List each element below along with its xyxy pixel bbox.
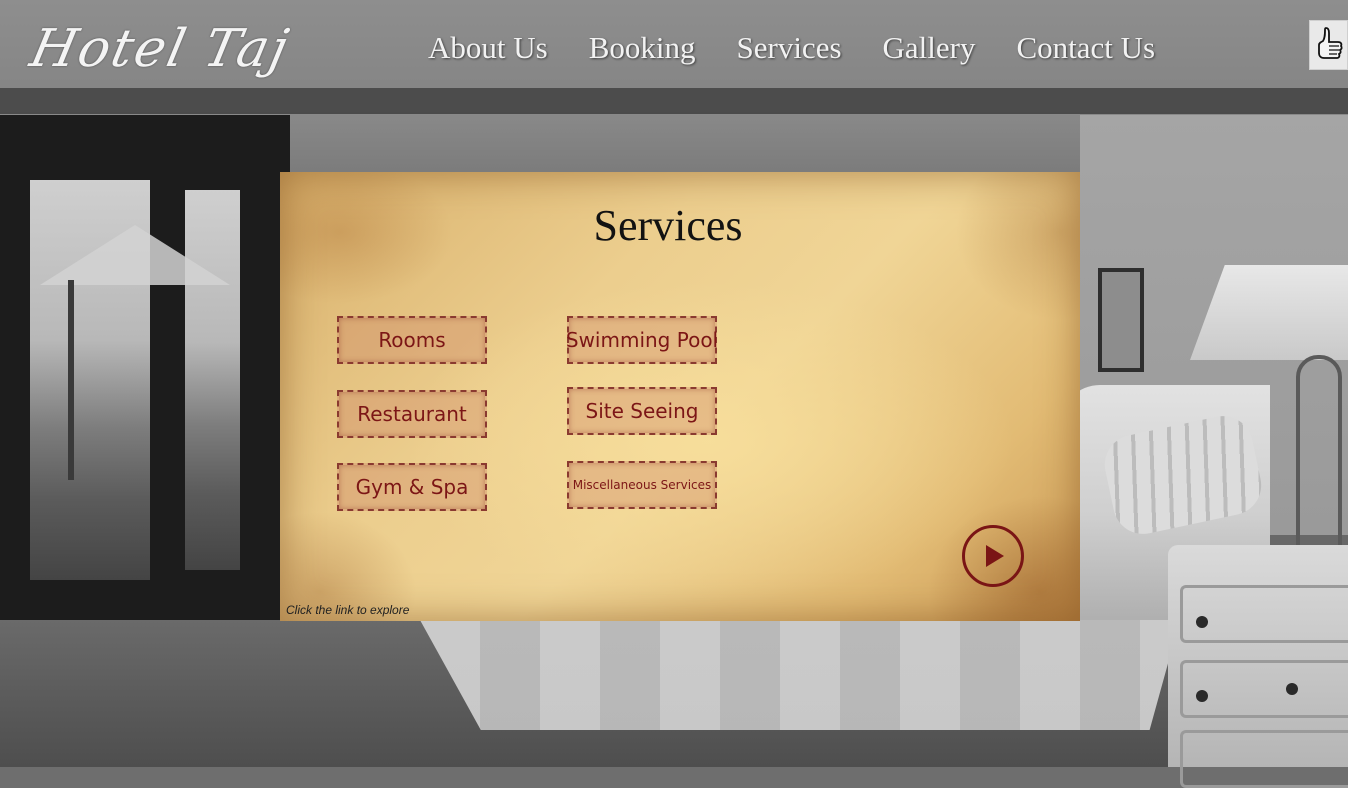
explore-hint: Click the link to explore (286, 603, 410, 617)
background-drawer (1180, 730, 1348, 788)
gym-spa-button[interactable]: Gym & Spa (337, 463, 487, 511)
nav-booking[interactable]: Booking (589, 30, 696, 74)
nav-services[interactable]: Services (737, 30, 842, 74)
nav-gallery[interactable]: Gallery (883, 30, 976, 74)
rooms-button[interactable]: Rooms (337, 316, 487, 364)
background-bedskirt (420, 620, 1180, 730)
background-drawer (1180, 585, 1348, 643)
miscellaneous-services-button[interactable]: Miscellaneous Services (567, 461, 717, 509)
like-button[interactable] (1309, 20, 1348, 70)
site-seeing-button[interactable]: Site Seeing (567, 387, 717, 435)
nav-about-us[interactable]: About Us (428, 30, 548, 74)
thumbs-up-icon (1317, 27, 1343, 59)
background-picture-frame (1098, 268, 1144, 372)
background-knob (1196, 616, 1208, 628)
header-subbar (0, 88, 1348, 114)
nav-contact-us[interactable]: Contact Us (1017, 30, 1156, 74)
site-header: Hotel Taj About Us Booking Services Gall… (0, 0, 1348, 88)
background-drawer (1180, 660, 1348, 718)
play-button[interactable] (962, 525, 1024, 587)
background-knob (1286, 683, 1298, 695)
background-umbrella-pole (68, 280, 74, 480)
swimming-pool-button[interactable]: Swimming Pool (566, 316, 718, 364)
background-knob (1196, 690, 1208, 702)
page-title: Services (593, 201, 743, 250)
services-panel: Services Rooms Restaurant Gym & Spa Swim… (280, 172, 1080, 621)
background-window-pane (185, 190, 240, 570)
background-lamp-base (1296, 355, 1342, 570)
restaurant-button[interactable]: Restaurant (337, 390, 487, 438)
main-nav: About Us Booking Services Gallery Contac… (428, 30, 1155, 74)
play-icon (986, 545, 1004, 567)
